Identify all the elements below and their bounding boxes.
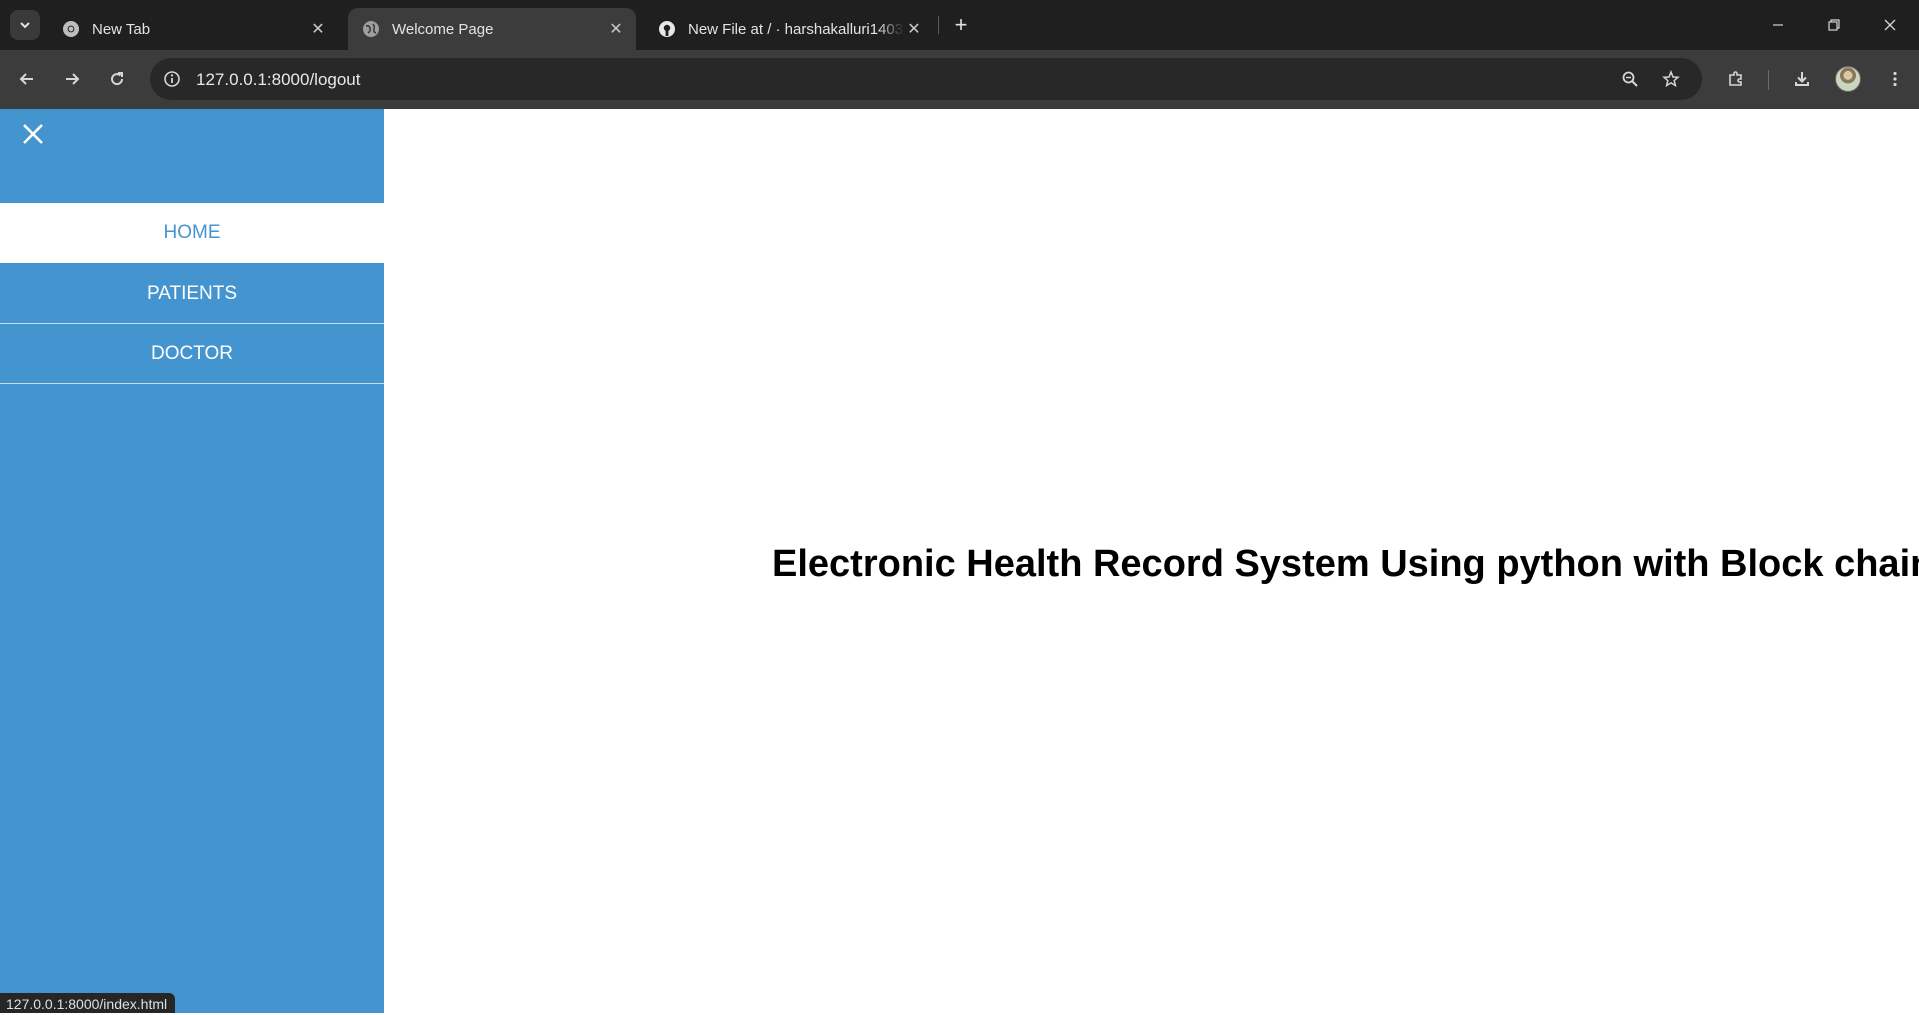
chevron-down-icon — [20, 22, 30, 29]
address-bar[interactable]: 127.0.0.1:8000/logout — [150, 58, 1702, 100]
close-tab-icon[interactable]: ✕ — [606, 19, 626, 39]
download-icon — [1795, 72, 1809, 86]
bookmark-star-icon[interactable] — [1659, 67, 1683, 91]
close-icon — [1884, 19, 1896, 31]
page-content: HOME PATIENTS DOCTOR Electronic Health R… — [0, 109, 1919, 1013]
close-window-button[interactable] — [1870, 10, 1910, 40]
sidebar-item-patients[interactable]: PATIENTS — [0, 264, 384, 324]
restore-icon — [1828, 19, 1840, 31]
profile-avatar[interactable] — [1835, 66, 1861, 92]
close-icon — [23, 124, 43, 144]
arrow-left-icon — [19, 73, 33, 85]
browser-toolbar: 127.0.0.1:8000/logout — [0, 50, 1919, 109]
tab-title: New File at / · harshakalluri1403 — [688, 20, 904, 38]
close-sidebar-button[interactable] — [18, 119, 48, 149]
forward-button[interactable] — [57, 64, 87, 94]
new-tab-button[interactable]: + — [948, 12, 974, 38]
minimize-button[interactable] — [1758, 10, 1798, 40]
sidebar-item-doctor[interactable]: DOCTOR — [0, 324, 384, 384]
sidebar-item-home[interactable]: HOME — [0, 203, 384, 263]
back-button[interactable] — [12, 64, 42, 94]
tab-welcome-page[interactable]: Welcome Page ✕ — [348, 8, 636, 50]
tab-title: Welcome Page — [392, 20, 494, 38]
toolbar-separator — [1768, 70, 1769, 90]
link-status-bar: 127.0.0.1:8000/index.html — [0, 993, 176, 1013]
tab-new-tab[interactable]: New Tab ✕ — [48, 8, 338, 50]
globe-icon — [362, 20, 380, 38]
reload-button[interactable] — [102, 64, 132, 94]
close-tab-icon[interactable]: ✕ — [904, 19, 924, 39]
tab-strip: New Tab ✕ Welcome Page ✕ New File at / ·… — [0, 0, 1919, 50]
sidebar: HOME PATIENTS DOCTOR — [0, 109, 384, 1013]
reload-icon — [111, 72, 124, 86]
page-title: Electronic Health Record System Using py… — [772, 543, 1919, 585]
site-info-icon[interactable] — [160, 67, 184, 91]
close-tab-icon[interactable]: ✕ — [308, 19, 328, 39]
chrome-icon — [62, 20, 80, 38]
restore-button[interactable] — [1814, 10, 1854, 40]
github-icon — [658, 20, 676, 38]
tab-search-button[interactable] — [10, 10, 40, 40]
puzzle-icon — [1729, 71, 1742, 86]
more-vertical-icon — [1893, 71, 1897, 87]
extensions-button[interactable] — [1721, 64, 1751, 94]
downloads-button[interactable] — [1787, 64, 1817, 94]
tab-title: New Tab — [92, 20, 151, 38]
minimize-icon — [1773, 24, 1783, 26]
browser-menu-button[interactable] — [1880, 64, 1910, 94]
arrow-right-icon — [66, 73, 80, 85]
tab-github-new-file[interactable]: New File at / · harshakalluri1403 ✕ — [644, 8, 934, 50]
zoom-icon[interactable] — [1618, 67, 1642, 91]
tab-divider — [938, 16, 939, 34]
url-text[interactable]: 127.0.0.1:8000/logout — [196, 70, 360, 90]
